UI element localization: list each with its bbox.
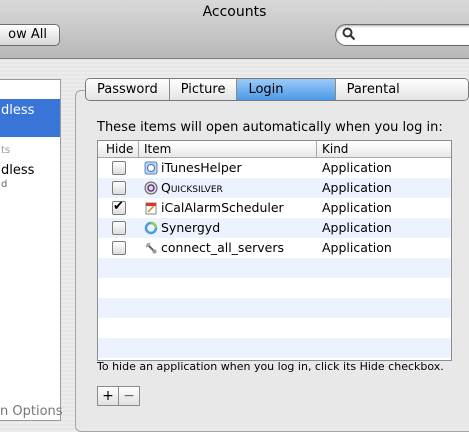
window-title: Accounts: [202, 4, 267, 20]
item-kind: Application: [322, 180, 392, 195]
empty-row: [98, 258, 451, 278]
column-divider: [316, 141, 317, 157]
empty-row: [98, 318, 451, 338]
tab-bar: Password Picture Login Items Parental Co…: [85, 78, 469, 101]
tab-picture[interactable]: Picture: [169, 79, 238, 100]
login-options-link[interactable]: n Options: [0, 404, 63, 419]
item-name: Synergyd: [161, 220, 221, 235]
column-header-kind[interactable]: Kind: [322, 142, 348, 156]
add-remove-buttons: + −: [97, 386, 140, 406]
item-name: connect_all_servers: [161, 240, 285, 255]
empty-row: [98, 278, 451, 298]
login-items-intro: These items will open automatically when…: [97, 120, 443, 135]
account-type: d: [1, 179, 8, 190]
accounts-list[interactable]: dless ts dless d: [0, 79, 61, 421]
search-field[interactable]: [335, 24, 469, 46]
remove-item-button[interactable]: −: [118, 387, 139, 405]
item-name: iCalAlarmScheduler: [161, 200, 284, 215]
column-divider: [138, 141, 139, 157]
table-row[interactable]: Synergyd Application: [98, 218, 451, 238]
search-input[interactable]: [360, 27, 469, 43]
tab-login-items[interactable]: Login Items: [237, 79, 336, 100]
hide-checkbox[interactable]: [112, 221, 126, 235]
script-icon: [145, 242, 157, 254]
item-name: Quicksilver: [161, 180, 223, 195]
item-kind: Application: [322, 200, 392, 215]
synergyd-icon: [144, 221, 158, 235]
login-items-table[interactable]: Hide Item Kind iTunesHelper Application …: [97, 140, 452, 361]
empty-row: [98, 298, 451, 318]
table-row[interactable]: iTunesHelper Application: [98, 158, 451, 178]
table-header: Hide Item Kind: [98, 141, 451, 158]
item-name: iTunesHelper: [161, 160, 242, 175]
accounts-section-label: ts: [1, 145, 11, 156]
title-bar: Accounts ow All: [0, 0, 469, 59]
ical-alarm-icon: [145, 202, 157, 215]
hide-hint-text: To hide an application when you log in, …: [97, 360, 444, 373]
account-name[interactable]: dless: [1, 163, 34, 178]
column-header-item[interactable]: Item: [144, 142, 171, 156]
hide-checkbox[interactable]: [112, 199, 126, 215]
hide-checkbox[interactable]: [112, 241, 126, 255]
hide-checkbox[interactable]: [112, 161, 126, 175]
itunes-helper-icon: [144, 161, 158, 175]
hide-checkbox[interactable]: [112, 181, 126, 195]
item-kind: Application: [322, 240, 392, 255]
table-row[interactable]: connect_all_servers Application: [98, 238, 451, 258]
column-header-hide[interactable]: Hide: [106, 142, 133, 156]
search-icon: [342, 27, 356, 41]
empty-row: [98, 338, 451, 358]
selected-account-name: dless: [1, 103, 35, 118]
tab-parental-controls[interactable]: Parental Controls: [335, 79, 468, 100]
show-all-button[interactable]: ow All: [0, 24, 60, 46]
quicksilver-icon: [144, 181, 158, 195]
item-kind: Application: [322, 220, 392, 235]
table-row[interactable]: iCalAlarmScheduler Application: [98, 198, 451, 218]
add-item-button[interactable]: +: [98, 387, 118, 405]
item-kind: Application: [322, 160, 392, 175]
table-row[interactable]: Quicksilver Application: [98, 178, 451, 198]
tab-password[interactable]: Password: [86, 79, 170, 100]
